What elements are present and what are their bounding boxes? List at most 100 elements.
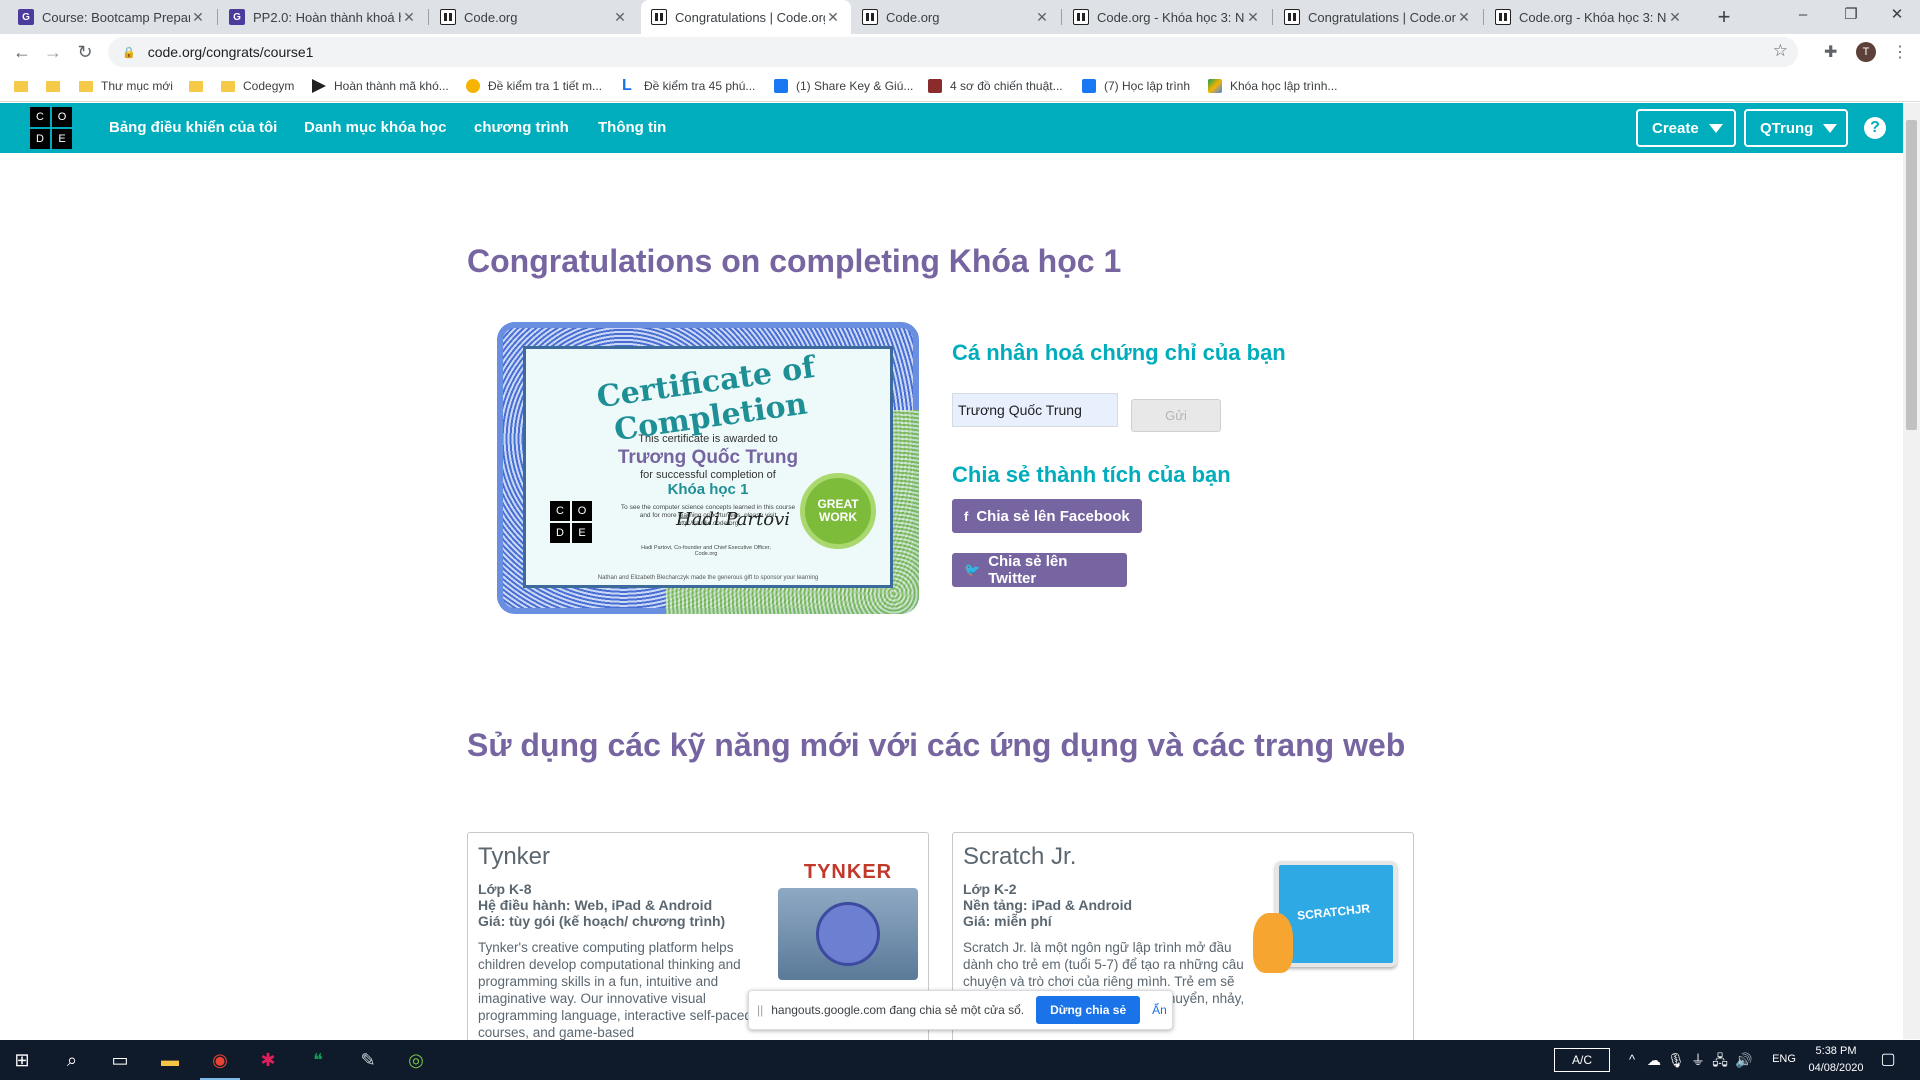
lock-icon[interactable]: 🔒 — [122, 46, 136, 59]
slack-icon[interactable]: ✱ — [256, 1048, 280, 1072]
tab-title: Congratulations | Code.org — [675, 9, 825, 25]
certificate-image: Certificate of Completion This certifica… — [497, 322, 919, 615]
tab-title: PP2.0: Hoàn thành khoá họ — [253, 9, 401, 25]
app-icon[interactable]: ◎ — [404, 1048, 428, 1072]
facebook-icon — [774, 79, 788, 93]
submit-button[interactable]: Gửi — [1131, 399, 1221, 432]
onedrive-icon[interactable]: ☁ — [1642, 1048, 1666, 1072]
caret-down-icon — [1708, 123, 1723, 133]
clock-time[interactable]: 5:38 PM — [1796, 1045, 1876, 1057]
nav-course-catalog[interactable]: Danh mục khóa học — [304, 119, 447, 136]
personalize-heading: Cá nhân hoá chứng chỉ của bạn — [952, 340, 1286, 365]
close-icon[interactable]: ✕ — [1456, 9, 1472, 26]
signature: Hadi Partovi — [676, 509, 791, 530]
nav-dashboard[interactable]: Bảng điều khiển của tôi — [109, 119, 277, 136]
new-tab-plus-icon[interactable]: + — [1710, 4, 1738, 32]
folder-icon — [79, 80, 93, 92]
bookmark-link[interactable]: Đề kiểm tra 1 tiết m... — [466, 77, 602, 95]
profile-avatar[interactable]: T — [1856, 42, 1876, 62]
app-title[interactable]: Scratch Jr. — [963, 843, 1076, 871]
close-icon[interactable]: ✕ — [1245, 9, 1261, 26]
scrollbar-thumb[interactable] — [1906, 120, 1917, 430]
bookmark-link[interactable]: Hoàn thành mã khó... — [312, 77, 449, 95]
close-icon[interactable]: ✕ — [1034, 9, 1050, 26]
browser-tab[interactable]: G Course: Bootcamp Preparati ✕ — [8, 0, 216, 34]
chrome-icon[interactable]: ◉ — [208, 1048, 232, 1072]
tray-chevron-icon[interactable]: ^ — [1620, 1048, 1644, 1072]
browser-tab[interactable]: Congratulations | Code.org ✕ — [1274, 0, 1482, 34]
browser-tab[interactable]: G PP2.0: Hoàn thành khoá họ ✕ — [219, 0, 427, 34]
codeorg-icon — [1073, 9, 1089, 25]
codeorg-logo[interactable]: C O D E — [30, 107, 72, 149]
share-twitter-button[interactable]: 🐦 Chia sẻ lên Twitter — [952, 553, 1127, 587]
browser-tab[interactable]: Code.org - Khóa học 3: Ngh ✕ — [1063, 0, 1271, 34]
bookmark-link[interactable]: Khóa học lập trình... — [1208, 77, 1337, 95]
microphone-icon[interactable]: 🎙 — [1664, 1048, 1688, 1072]
bookmark-folder[interactable] — [189, 77, 211, 95]
app-title[interactable]: Tynker — [478, 843, 550, 871]
address-bar[interactable]: 🔒 code.org/congrats/course1 ☆ — [108, 37, 1798, 67]
share-message: hangouts.google.com đang chia sẻ một cửa… — [771, 1003, 1025, 1017]
browser-tab[interactable]: Code.org ✕ — [430, 0, 638, 34]
bookmark-link[interactable]: (1) Share Key & Giú... — [774, 77, 913, 95]
bookmark-link[interactable]: L Đề kiểm tra 45 phú... — [622, 77, 755, 95]
browser-tab[interactable]: Code.org - Khóa học 3: Ngh ✕ — [1485, 0, 1693, 34]
folder-icon — [189, 80, 203, 92]
folder-icon — [14, 80, 28, 92]
facebook-icon — [1082, 79, 1096, 93]
tynker-thumbnail[interactable]: TYNKER — [778, 861, 918, 980]
browser-tab[interactable]: Code.org ✕ — [852, 0, 1060, 34]
paint-icon[interactable]: ✎ — [356, 1048, 380, 1072]
stop-sharing-button[interactable]: Dừng chia sẻ — [1036, 996, 1141, 1024]
usb-icon[interactable]: ⏚ — [1686, 1048, 1710, 1072]
bookmark-folder[interactable] — [46, 77, 68, 95]
bookmark-link[interactable]: 4 sơ đồ chiến thuật... — [928, 77, 1063, 95]
app-meta: Lớp K-8 Hệ điều hành: Web, iPad & Androi… — [478, 881, 726, 929]
user-menu-button[interactable]: QTrung — [1744, 109, 1848, 147]
volume-icon[interactable]: 🔊 — [1732, 1048, 1756, 1072]
nav-about[interactable]: Thông tin — [598, 119, 666, 136]
hangouts-icon[interactable]: ❝ — [306, 1048, 330, 1072]
bookmark-star-icon[interactable]: ☆ — [1773, 41, 1788, 61]
hide-button[interactable]: Ẩn — [1152, 1003, 1167, 1017]
close-icon[interactable]: ✕ — [612, 9, 628, 26]
search-icon[interactable]: ⌕ — [60, 1048, 84, 1072]
forward-arrow-icon[interactable]: → — [39, 38, 67, 66]
notification-icon[interactable]: ▢ — [1876, 1048, 1900, 1072]
browser-tab-active[interactable]: Congratulations | Code.org ✕ — [641, 0, 851, 34]
close-icon[interactable]: ✕ — [401, 9, 417, 26]
help-icon[interactable]: ? — [1864, 117, 1886, 139]
task-view-icon[interactable]: ▭ — [108, 1048, 132, 1072]
menu-kebab-icon[interactable]: ⋮ — [1892, 42, 1908, 62]
folder-icon — [221, 80, 235, 92]
reload-icon[interactable]: ↻ — [71, 38, 99, 66]
extensions-puzzle-icon[interactable]: ✚ — [1824, 42, 1837, 62]
back-arrow-icon[interactable]: ← — [8, 38, 36, 66]
google-drive-icon — [1208, 79, 1222, 93]
facebook-icon: f — [964, 508, 969, 524]
bookmark-folder[interactable] — [14, 77, 36, 95]
file-explorer-icon[interactable]: ▬ — [158, 1048, 182, 1072]
scratchjr-thumbnail[interactable]: SCRATCHJR — [1253, 857, 1403, 977]
codeorg-logo: CO DE — [550, 501, 592, 543]
close-icon[interactable]: ✕ — [190, 9, 206, 26]
url-text[interactable]: code.org/congrats/course1 — [148, 44, 314, 60]
certificate-name-input[interactable] — [952, 393, 1118, 427]
bookmark-folder[interactable]: Codegym — [221, 77, 294, 95]
drag-handle-icon[interactable]: || — [757, 1003, 763, 1017]
clock-date[interactable]: 04/08/2020 — [1796, 1062, 1876, 1074]
share-facebook-button[interactable]: f Chia sẻ lên Facebook — [952, 499, 1142, 533]
restore-icon[interactable]: ❐ — [1828, 0, 1874, 34]
close-icon[interactable]: ✕ — [825, 9, 841, 26]
close-window-icon[interactable]: ✕ — [1874, 0, 1920, 34]
create-menu-button[interactable]: Create — [1636, 109, 1736, 147]
close-icon[interactable]: ✕ — [1667, 9, 1683, 26]
windows-start-icon[interactable]: ⊞ — [10, 1048, 34, 1072]
bookmark-link[interactable]: (7) Học lập trình — [1082, 77, 1190, 95]
nav-programs[interactable]: chương trình — [474, 119, 569, 136]
network-icon[interactable]: 🖧 — [1708, 1048, 1732, 1072]
codeorg-icon — [1495, 9, 1511, 25]
minimize-icon[interactable]: – — [1780, 0, 1826, 34]
ac-indicator[interactable]: A/C — [1554, 1048, 1610, 1072]
bookmark-folder[interactable]: Thư mục mới — [79, 77, 173, 95]
